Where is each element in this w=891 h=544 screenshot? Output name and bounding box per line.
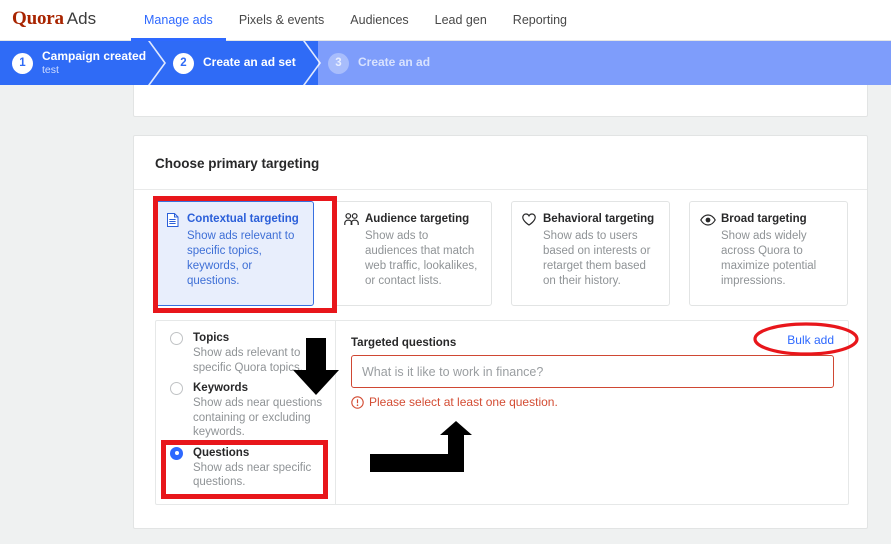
targeting-option-broad[interactable]: Broad targeting Show ads widely across Q… <box>689 201 848 306</box>
nav-tab-lead-gen[interactable]: Lead gen <box>422 0 500 41</box>
questions-error-text: Please select at least one question. <box>369 395 558 409</box>
primary-targeting-card: Choose primary targeting <box>133 135 868 529</box>
step-3-number: 3 <box>328 53 349 74</box>
targeting-option-audience[interactable]: Audience targeting Show ads to audiences… <box>333 201 492 306</box>
step-1-number: 1 <box>12 53 33 74</box>
people-icon <box>344 213 360 227</box>
campaign-stepper: 3 Create an ad 2 Create an ad set 1 Camp… <box>0 41 891 85</box>
step-1-title: Campaign created <box>42 50 146 64</box>
targeting-option-title: Audience targeting <box>365 212 469 226</box>
heart-icon <box>522 213 538 227</box>
eye-icon <box>700 213 716 227</box>
step-campaign-created[interactable]: 1 Campaign created test <box>0 41 163 85</box>
targeting-options-row: Contextual targeting Show ads relevant t… <box>155 201 849 306</box>
radio-option-topics[interactable]: Topics Show ads relevant to specific Quo… <box>168 331 327 375</box>
targeting-option-title: Contextual targeting <box>187 212 299 226</box>
radio-label-topics: Topics <box>193 331 327 345</box>
radio-indicator-keywords[interactable] <box>170 382 183 395</box>
targeted-questions-panel: Targeted questions Bulk add What is it l… <box>337 321 848 504</box>
step-2-number: 2 <box>173 53 194 74</box>
radio-desc-questions: Show ads near specific questions. <box>193 461 327 490</box>
top-navigation-bar: QuoraAds Manage adsPixels & eventsAudien… <box>0 0 891 41</box>
targeted-questions-input[interactable]: What is it like to work in finance? <box>351 355 834 388</box>
step-create-an-ad-set[interactable]: 2 Create an ad set <box>148 41 318 85</box>
app-root: QuoraAds Manage adsPixels & eventsAudien… <box>0 0 891 544</box>
alert-circle-icon <box>351 396 364 409</box>
page-content: Choose primary targeting <box>0 85 891 544</box>
targeting-detail-panel: Topics Show ads relevant to specific Quo… <box>155 320 849 505</box>
nav-tab-audiences[interactable]: Audiences <box>337 0 421 41</box>
step-3-title: Create an ad <box>358 56 430 70</box>
targeting-option-contextual[interactable]: Contextual targeting Show ads relevant t… <box>155 201 314 306</box>
section-divider <box>134 189 867 190</box>
targeting-option-desc: Show ads to users based on interests or … <box>543 229 659 289</box>
radio-label-questions: Questions <box>193 446 327 460</box>
targeting-option-desc: Show ads widely across Quora to maximize… <box>721 229 837 289</box>
document-icon <box>166 213 182 227</box>
targeting-option-desc: Show ads to audiences that match web tra… <box>365 229 481 289</box>
quora-ads-logo[interactable]: QuoraAds <box>12 9 96 28</box>
radio-indicator-topics[interactable] <box>170 332 183 345</box>
targeting-option-title: Behavioral targeting <box>543 212 654 226</box>
nav-tab-reporting[interactable]: Reporting <box>500 0 580 41</box>
logo-quora-text: Quora <box>12 8 64 29</box>
step-1-subtitle: test <box>42 64 146 76</box>
questions-error-message: Please select at least one question. <box>351 395 834 409</box>
nav-tab-manage-ads[interactable]: Manage ads <box>131 0 226 41</box>
previous-settings-card <box>133 81 868 117</box>
targeted-questions-placeholder: What is it like to work in finance? <box>362 365 543 379</box>
step-create-an-ad[interactable]: 3 Create an ad <box>303 41 891 85</box>
step-2-title: Create an ad set <box>203 56 296 70</box>
radio-indicator-questions[interactable] <box>170 447 183 460</box>
radio-desc-topics: Show ads relevant to specific Quora topi… <box>193 346 327 375</box>
targeting-option-title: Broad targeting <box>721 212 807 226</box>
nav-tabs: Manage adsPixels & eventsAudiencesLead g… <box>131 0 580 41</box>
contextual-subtype-radio-group: Topics Show ads relevant to specific Quo… <box>156 321 336 504</box>
radio-desc-keywords: Show ads near questions containing or ex… <box>193 396 327 440</box>
radio-label-keywords: Keywords <box>193 381 327 395</box>
logo-ads-text: Ads <box>67 9 96 28</box>
page-title: Choose primary targeting <box>155 156 319 171</box>
nav-tab-pixels-events[interactable]: Pixels & events <box>226 0 337 41</box>
targeted-questions-label: Targeted questions <box>351 337 456 349</box>
targeting-option-desc: Show ads relevant to specific topics, ke… <box>187 229 303 289</box>
targeting-option-behavioral[interactable]: Behavioral targeting Show ads to users b… <box>511 201 670 306</box>
bulk-add-link[interactable]: Bulk add <box>787 333 834 347</box>
radio-option-questions[interactable]: Questions Show ads near specific questio… <box>168 446 327 490</box>
radio-option-keywords[interactable]: Keywords Show ads near questions contain… <box>168 381 327 440</box>
